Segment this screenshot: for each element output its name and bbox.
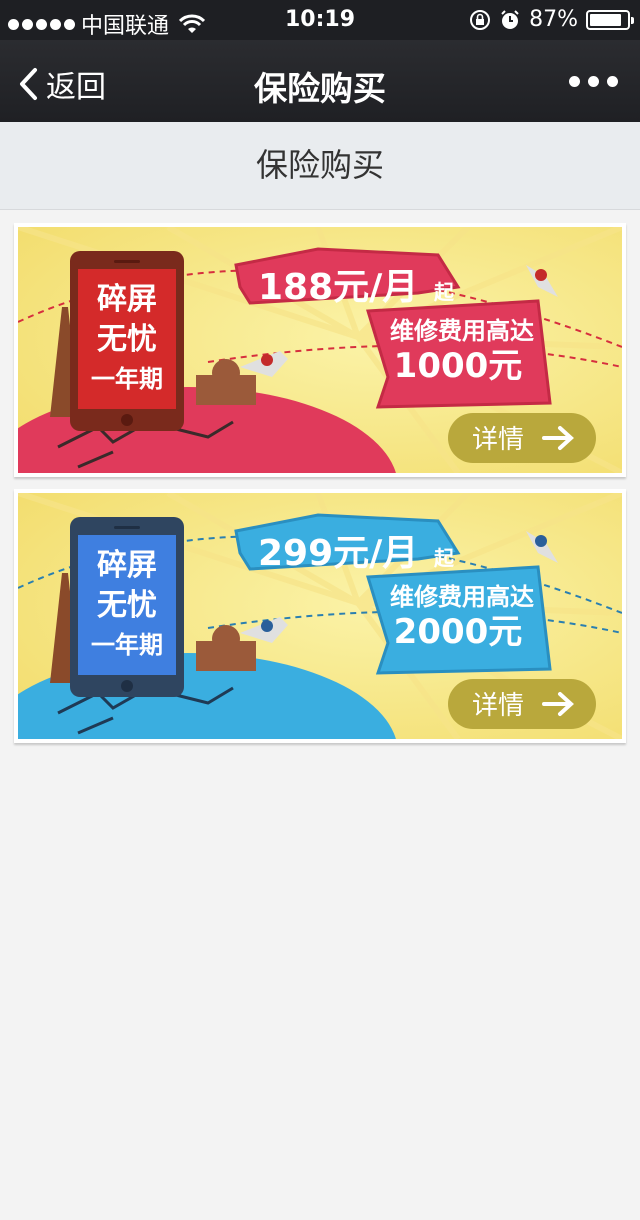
coverage-line: 维修费用高达 — [390, 583, 534, 611]
rotation-lock-icon — [470, 9, 491, 30]
price-suffix: 起 — [433, 280, 455, 304]
price-suffix: 起 — [433, 546, 455, 570]
phone-line-3: 一年期 — [91, 365, 163, 393]
alarm-icon — [501, 9, 519, 29]
price-text: 188元/月 — [258, 267, 418, 308]
back-label: 返回 — [46, 70, 106, 105]
details-label: 详情 — [472, 425, 524, 455]
coverage-line: 维修费用高达 — [390, 317, 534, 345]
nav-bar: 返回 保险购买 — [0, 40, 640, 122]
phone-line-3: 一年期 — [91, 631, 163, 659]
more-dots-icon — [569, 76, 580, 87]
chevron-left-icon — [20, 68, 37, 100]
phone-line-2: 无忧 — [97, 322, 157, 357]
insurance-banner-2[interactable]: 碎屏 无忧 一年期 299元/月 起 维修费用高达 2000元 详情 — [14, 489, 626, 743]
coverage-amount: 1000元 — [394, 346, 523, 386]
battery-percent: 87% — [529, 7, 578, 32]
details-label: 详情 — [472, 691, 524, 721]
status-bar: 中国联通 10:19 87% — [0, 0, 640, 40]
status-right: 87% — [469, 7, 634, 32]
page-title: 保险购买 — [0, 122, 640, 210]
insurance-banner-1[interactable]: 碎屏 无忧 一年期 188元/月 起 维修费用高达 1000元 详情 — [14, 223, 626, 477]
phone-line-2: 无忧 — [97, 588, 157, 623]
battery-icon — [586, 9, 634, 30]
coverage-amount: 2000元 — [394, 612, 523, 652]
more-button[interactable] — [569, 76, 618, 87]
phone-line-1: 碎屏 — [97, 282, 157, 317]
back-button[interactable]: 返回 — [18, 62, 106, 106]
price-text: 299元/月 — [258, 533, 418, 574]
banner-image: 碎屏 无忧 一年期 188元/月 起 维修费用高达 1000元 详情 — [18, 227, 622, 473]
banner-image: 碎屏 无忧 一年期 299元/月 起 维修费用高达 2000元 详情 — [18, 493, 622, 739]
phone-line-1: 碎屏 — [97, 548, 157, 583]
